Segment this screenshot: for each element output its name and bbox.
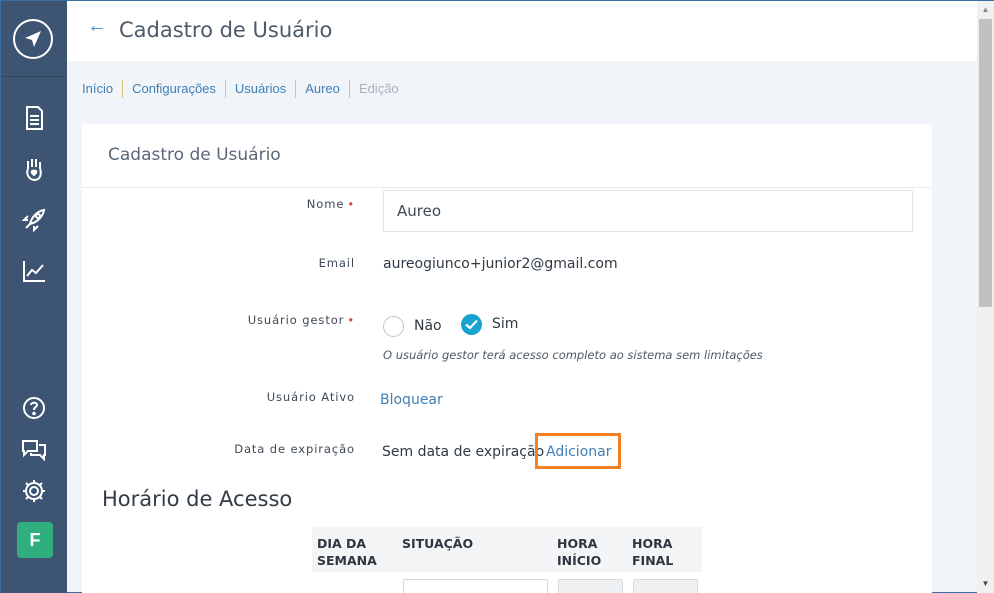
arrow-left-icon[interactable]: ← [87,15,107,38]
breadcrumb-item-configuracoes[interactable]: Configurações [122,80,225,98]
breadcrumb-item-usuarios[interactable]: Usuários [224,80,295,98]
ativo-label: Usuário Ativo [266,390,355,404]
breadcrumb-item-aureo[interactable]: Aureo [295,80,349,98]
top-bar: ← Cadastro de Usuário [67,1,977,61]
nome-label-text: Nome [306,197,345,211]
page-title: Cadastro de Usuário [119,18,333,42]
gestor-radio-nao[interactable] [383,316,404,337]
email-label: Email [318,256,355,270]
gestor-option-sim-label[interactable]: Sim [492,316,518,332]
breadcrumb-item-inicio[interactable]: Início [82,80,122,98]
card-title: Cadastro de Usuário [108,145,281,165]
email-value: aureogiunco+junior2@gmail.com [383,256,618,272]
sidebar: F [1,1,67,593]
nome-input[interactable]: Aureo [383,190,913,232]
hora-final-input[interactable] [633,579,698,593]
divider [82,187,932,188]
column-header-hora-inicio-line1: HORA [557,536,598,551]
gestor-label: Usuário gestor • [248,313,355,327]
breadcrumb: Início Configurações Usuários Aureo Ediç… [82,80,408,98]
access-table-header: DIA DA SEMANA SITUAÇÃO HORA INÍCIO HORA … [312,527,702,572]
column-header-situacao-line1: SITUAÇÃO [402,536,474,551]
column-header-hora-inicio: HORA INÍCIO [557,535,601,569]
rocket-icon[interactable] [20,206,48,234]
scroll-down-icon[interactable]: ▼ [977,577,994,591]
trend-chart-icon[interactable] [20,257,48,285]
chat-icon[interactable] [20,435,48,463]
column-header-dia-line1: DIA DA [317,536,367,551]
column-header-hora-inicio-line2: INÍCIO [557,553,602,568]
scrollbar[interactable]: ▲ ▼ [977,1,994,593]
help-icon[interactable] [20,394,48,422]
gestor-radio-sim[interactable] [461,314,482,335]
column-header-hora-final: HORA FINAL [632,535,673,569]
nome-label: Nome • [307,197,355,211]
gear-icon[interactable] [20,477,48,505]
hand-heart-icon[interactable] [20,155,48,183]
expiracao-label: Data de expiração [234,442,355,456]
column-header-hora-final-line1: HORA [632,536,673,551]
access-section-title: Horário de Acesso [102,487,293,511]
gestor-hint: O usuário gestor terá acesso completo ao… [383,348,763,362]
expiracao-value: Sem data de expiração [382,444,545,460]
breadcrumb-item-edicao: Edição [348,80,408,98]
hora-inicio-input[interactable] [558,579,623,593]
scroll-up-icon[interactable]: ▲ [977,3,994,17]
gestor-label-text: Usuário gestor [247,313,345,327]
check-icon [465,319,478,330]
scroll-thumb[interactable] [979,19,992,307]
column-header-dia-line2: SEMANA [317,553,377,568]
situacao-select[interactable] [403,579,548,593]
column-header-hora-final-line2: FINAL [632,553,674,568]
adicionar-link[interactable]: Adicionar [546,444,611,460]
required-mark: • [347,313,355,327]
bloquear-link[interactable]: Bloquear [380,392,443,408]
user-form-card: Cadastro de Usuário Nome • Aureo Email au… [82,124,932,593]
logo-area [1,1,67,77]
document-icon[interactable] [20,104,48,132]
column-header-dia: DIA DA SEMANA [317,535,377,569]
avatar[interactable]: F [17,522,53,558]
column-header-situacao: SITUAÇÃO [402,535,473,552]
logo-icon[interactable] [13,19,53,59]
required-mark: • [347,197,355,211]
gestor-option-nao-label[interactable]: Não [414,318,442,334]
